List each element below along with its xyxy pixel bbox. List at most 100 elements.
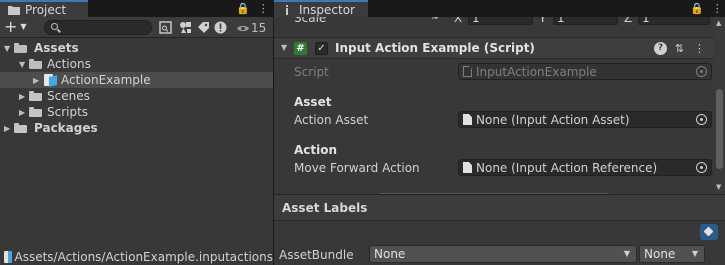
asset-labels-pane: Asset Labels AssetBundle None ▼ None ▼ [274, 194, 725, 265]
expand-arrow-icon[interactable]: ▶ [33, 76, 41, 85]
constrain-proportions-icon[interactable]: ⇅ [430, 17, 439, 22]
tree-item-label: Scenes [47, 89, 90, 103]
scale-x-field[interactable]: 1 [468, 17, 533, 25]
asset-section-header: Asset [294, 95, 332, 109]
script-file-icon [463, 66, 472, 77]
object-picker-icon[interactable] [696, 162, 707, 173]
warning-filter-icon[interactable] [212, 20, 228, 35]
script-value: InputActionExample [476, 65, 597, 79]
scale-x-label: X [454, 17, 463, 25]
assetbundle-value: None [374, 247, 406, 261]
document-icon [463, 162, 472, 173]
inspector-tabbar: Inspector 🔒 ⋮ [274, 0, 725, 17]
script-field: InputActionExample [458, 63, 712, 80]
tree-item-label: Actions [47, 57, 91, 71]
project-tree: ▼ Assets ▼ Actions ▶ ActionExample ▶ Sce… [0, 40, 273, 136]
folder-open-icon [14, 43, 27, 53]
assetbundle-variant-dropdown[interactable]: None ▼ [639, 245, 705, 263]
more-icon[interactable]: ⋮ [712, 2, 723, 15]
search-icon [51, 23, 58, 30]
presets-icon[interactable]: ⇅ [673, 42, 686, 55]
scale-z-label: Z [624, 17, 633, 25]
filter-by-label-icon[interactable] [195, 20, 211, 35]
tree-item-actionexample[interactable]: ▶ ActionExample [0, 72, 273, 88]
lock-icon[interactable]: 🔒 [690, 2, 704, 15]
search-by-type-icon[interactable] [157, 20, 173, 35]
tree-item-scenes[interactable]: ▶ Scenes [0, 88, 273, 104]
folder-tab-icon [8, 5, 20, 15]
add-button[interactable]: + ▼ [4, 19, 27, 35]
tree-item-label: Assets [34, 41, 79, 55]
tree-item-scripts[interactable]: ▶ Scripts [0, 104, 273, 120]
more-icon[interactable]: ⋮ [258, 2, 269, 15]
assetbundle-label: AssetBundle [279, 248, 354, 262]
label-tag-button[interactable] [700, 224, 718, 240]
project-toolbar: + ▼ 15 [0, 17, 273, 38]
inspector-window-buttons: 🔒 ⋮ [690, 2, 723, 15]
project-window: Project 🔒 ⋮ + ▼ 15 ▼ Assets ▼ Actions ▶ … [0, 0, 273, 265]
scale-y-field[interactable]: 1 [553, 17, 618, 25]
action-asset-value: None (Input Action Asset) [476, 113, 630, 127]
chevron-down-icon: ▼ [20, 22, 27, 31]
object-picker-icon[interactable] [696, 114, 707, 125]
tab-project-label: Project [25, 2, 67, 17]
tree-item-packages[interactable]: ▶ Packages [0, 120, 273, 136]
info-tab-icon [286, 4, 288, 15]
project-window-buttons: 🔒 ⋮ [236, 2, 269, 15]
action-asset-label: Action Asset [294, 113, 369, 127]
help-icon[interactable]: ? [654, 42, 667, 55]
scale-label: Scale [294, 17, 327, 25]
inspector-body: Scale ⇅ X 1 Y 1 Z 1 ▼ # ✓ Input Action E… [274, 17, 725, 194]
inspector-window: Inspector 🔒 ⋮ Scale ⇅ X 1 Y 1 Z 1 ▼ # ✓ … [274, 0, 725, 265]
inspector-scrollbar[interactable]: ▲ ▼ [714, 17, 725, 194]
tab-inspector[interactable]: Inspector [274, 0, 368, 17]
tab-inspector-label: Inspector [299, 2, 355, 17]
asset-labels-title: Asset Labels [282, 201, 368, 215]
assetbundle-dropdown[interactable]: None ▼ [369, 245, 637, 263]
tree-item-label: Packages [34, 121, 98, 135]
hidden-packages-toggle[interactable]: 15 [237, 21, 266, 35]
move-forward-action-value: None (Input Action Reference) [476, 161, 658, 175]
fold-arrow-icon[interactable]: ▼ [281, 43, 287, 52]
expand-arrow-icon[interactable]: ▼ [4, 44, 12, 53]
tree-item-label: ActionExample [61, 73, 151, 87]
input-actions-file-icon [4, 250, 12, 263]
tree-item-assets[interactable]: ▼ Assets [0, 40, 273, 56]
scale-z-field[interactable]: 1 [638, 17, 710, 25]
expand-arrow-icon[interactable]: ▶ [4, 124, 12, 133]
expand-arrow-icon[interactable]: ▶ [19, 108, 27, 117]
scroll-down-icon[interactable]: ▼ [716, 183, 721, 191]
csharp-script-icon: # [294, 42, 307, 55]
expand-arrow-icon[interactable]: ▼ [19, 60, 27, 69]
chevron-down-icon: ▼ [691, 249, 698, 258]
scrollbar-thumb[interactable] [716, 89, 723, 169]
scale-row: Scale ⇅ X 1 Y 1 Z 1 [274, 17, 714, 27]
asset-labels-header[interactable]: Asset Labels [274, 195, 725, 221]
chevron-down-icon: ▼ [623, 249, 630, 258]
object-picker-icon [696, 66, 707, 77]
scroll-up-icon[interactable]: ▲ [716, 19, 721, 27]
component-title: Input Action Example (Script) [335, 41, 535, 55]
lock-icon[interactable]: 🔒 [236, 2, 250, 15]
action-asset-field[interactable]: None (Input Action Asset) [458, 111, 712, 128]
search-input[interactable] [44, 20, 152, 35]
folder-open-icon [29, 59, 42, 69]
tree-item-actions[interactable]: ▼ Actions [0, 56, 273, 72]
tree-item-label: Scripts [47, 105, 89, 119]
tab-project[interactable]: Project [0, 0, 88, 17]
component-enabled-checkbox[interactable]: ✓ [315, 42, 328, 55]
move-forward-action-field[interactable]: None (Input Action Reference) [458, 159, 712, 176]
folder-icon [14, 123, 27, 133]
folder-icon [29, 91, 42, 101]
action-section-header: Action [294, 143, 338, 157]
move-forward-action-label: Move Forward Action [294, 161, 420, 175]
expand-arrow-icon[interactable]: ▶ [19, 92, 27, 101]
filter-by-type-icon[interactable] [177, 20, 193, 35]
document-icon [463, 114, 472, 125]
hidden-count: 15 [251, 21, 267, 35]
more-icon[interactable]: ⋮ [693, 42, 706, 55]
project-status-bar: Assets/Actions/ActionExample.inputaction… [0, 248, 273, 265]
script-label: Script [294, 65, 329, 79]
assetbundle-variant-value: None [644, 247, 676, 261]
component-header[interactable]: ▼ # ✓ Input Action Example (Script) ? ⇅ … [274, 37, 714, 59]
